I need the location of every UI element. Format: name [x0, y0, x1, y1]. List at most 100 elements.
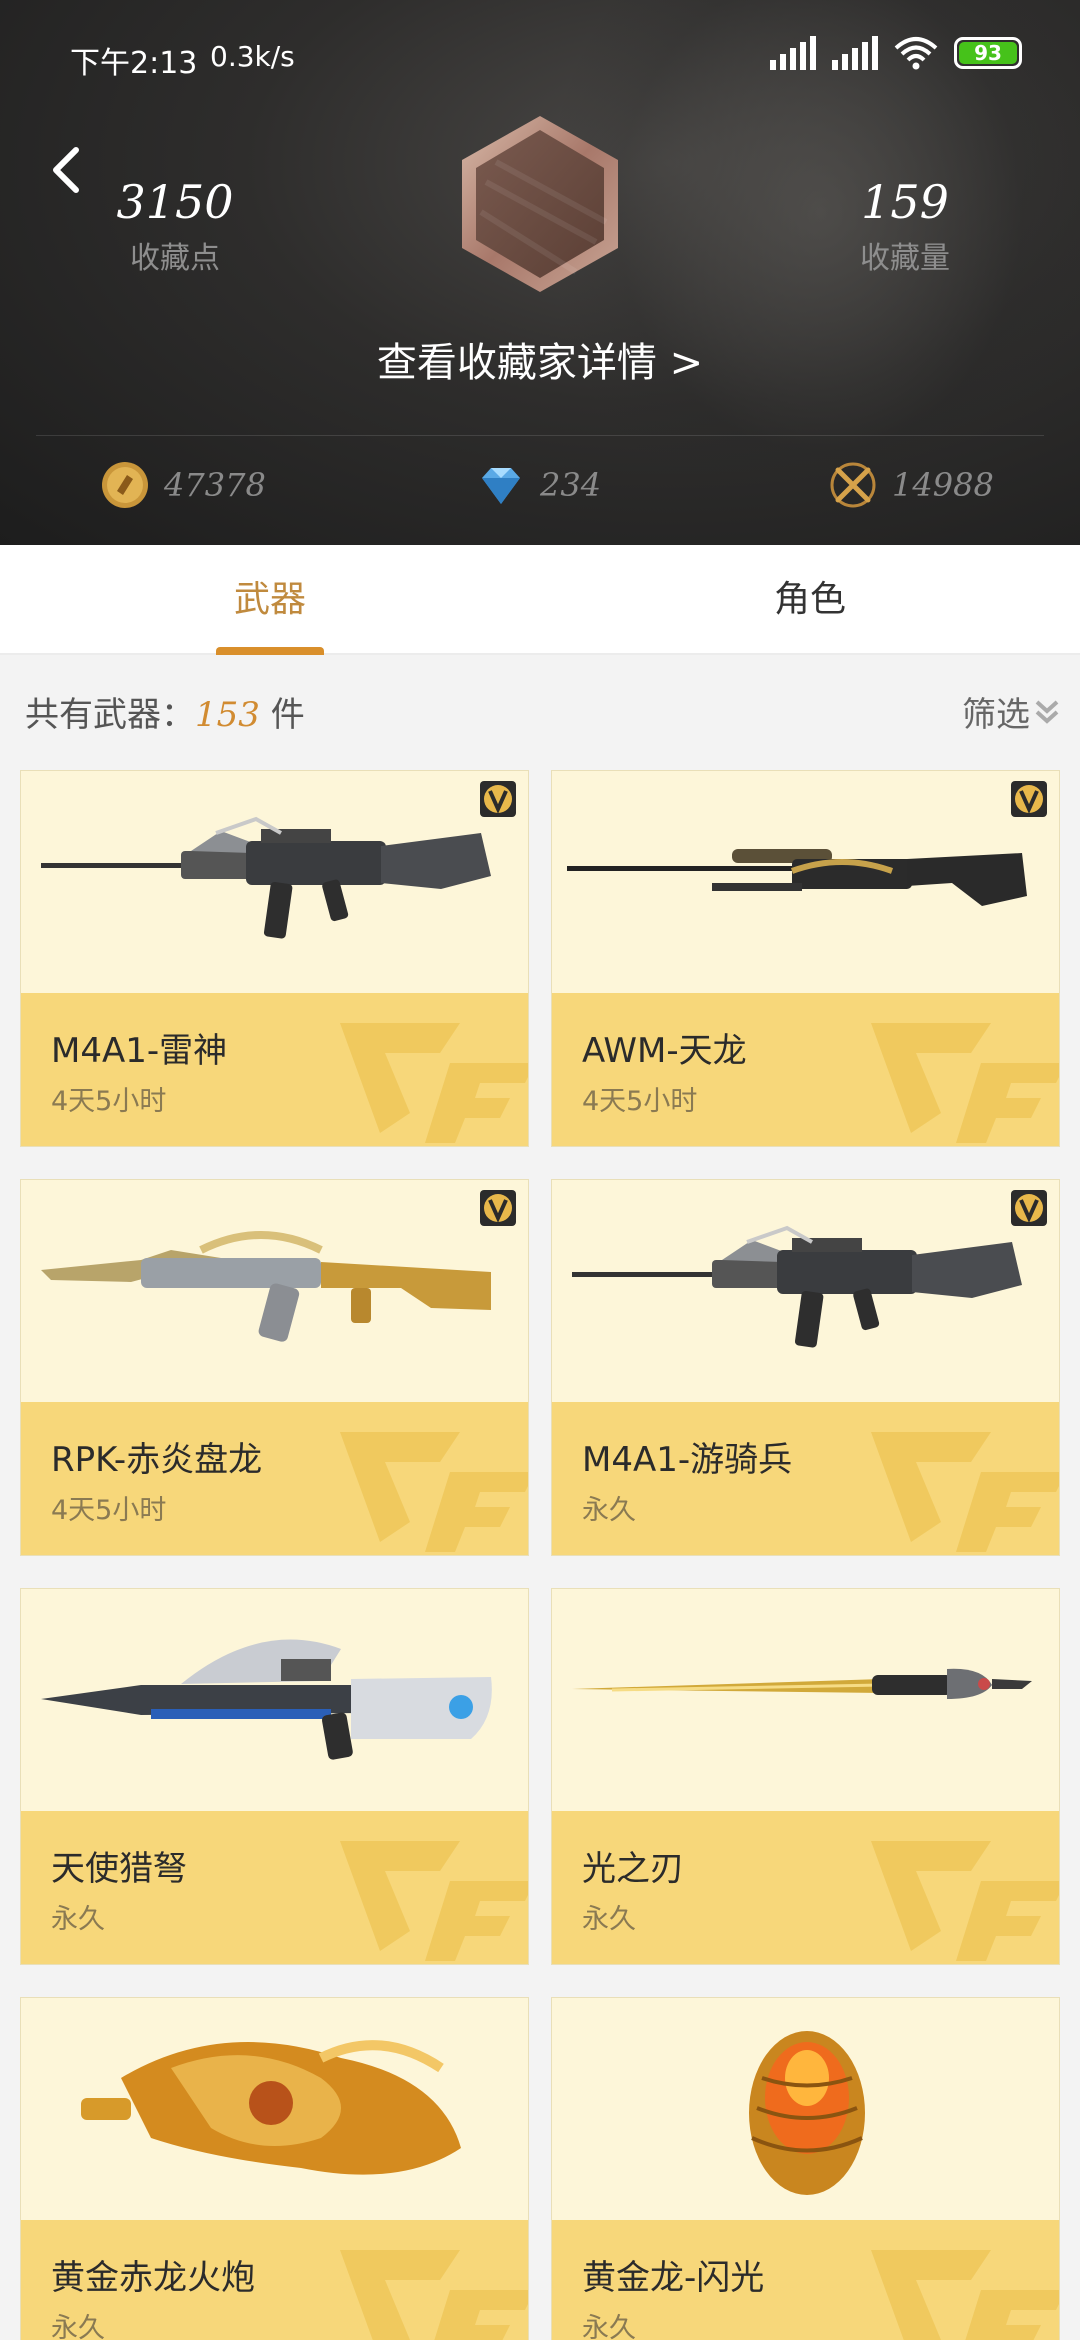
- weapon-cannon-image: [81, 2040, 461, 2175]
- cf-watermark-icon: [871, 1023, 1059, 1143]
- weapon-name: AWM-天龙: [582, 1031, 747, 1071]
- weapon-image: [21, 1589, 528, 1811]
- chevron-down-double-icon: [1035, 700, 1059, 724]
- weapon-info: AWM-天龙 4天5小时: [552, 993, 1059, 1146]
- vip-badge-icon: [1011, 781, 1047, 817]
- weapon-info: 黄金赤龙火炮 永久: [21, 2220, 528, 2340]
- weapon-image: [552, 1180, 1059, 1402]
- weapon-name: RPK-赤炎盘龙: [51, 1440, 263, 1480]
- gold-currency: 47378: [100, 460, 266, 510]
- gold-currency-value: 47378: [164, 466, 266, 504]
- weapon-duration: 4天5小时: [582, 1086, 698, 1117]
- honor-currency-value: 14988: [892, 466, 994, 504]
- weapon-card[interactable]: M4A1-游骑兵永久: [551, 1179, 1060, 1556]
- collection-points-value: 3150: [116, 175, 234, 229]
- weapon-blade-image: [572, 1668, 1032, 1699]
- weapon-duration: 4天5小时: [51, 1086, 167, 1117]
- network-speed: 0.3k/s: [210, 40, 295, 73]
- cf-watermark-icon: [340, 1432, 528, 1552]
- weapon-summary-row: 共有武器：153 件 筛选: [0, 657, 1080, 767]
- weapon-info: RPK-赤炎盘龙 4天5小时: [21, 1402, 528, 1555]
- weapon-duration: 永久: [51, 2313, 105, 2340]
- weapon-name: 天使猎弩: [51, 1849, 187, 1889]
- weapon-count-suffix: 件: [259, 695, 305, 735]
- weapon-duration: 永久: [582, 2313, 636, 2340]
- gold-coin-icon: [102, 462, 148, 508]
- weapon-sniper-image: [567, 849, 1027, 906]
- diamond-currency: 234: [476, 460, 601, 510]
- weapon-duration: 永久: [582, 1904, 636, 1935]
- weapon-card[interactable]: AWM-天龙 4天5小时: [551, 770, 1060, 1147]
- weapon-count-prefix: 共有武器：: [25, 695, 195, 735]
- cf-watermark-icon: [871, 1432, 1059, 1552]
- filter-button[interactable]: 筛选: [962, 687, 1060, 736]
- header-divider: [36, 435, 1044, 436]
- hd-signal-icon: [832, 36, 878, 70]
- weapon-name: 黄金赤龙火炮: [51, 2258, 255, 2298]
- weapon-card[interactable]: 黄金龙-闪光永久: [551, 1997, 1060, 2340]
- weapon-count-text: 共有武器：153 件: [25, 687, 305, 736]
- status-icons: 93: [770, 36, 1022, 70]
- honor-currency: 14988: [828, 460, 994, 510]
- weapon-lmg-image: [41, 1231, 491, 1342]
- signal-icon: [770, 36, 816, 70]
- crossed-swords-icon: [830, 462, 876, 508]
- vip-badge-icon: [1011, 1190, 1047, 1226]
- cf-watermark-icon: [871, 2250, 1059, 2340]
- cf-watermark-icon: [871, 1841, 1059, 1961]
- status-bar: 下午2:13 0.3k/s 93: [0, 0, 1080, 110]
- weapon-image: [21, 1998, 528, 2220]
- weapon-card[interactable]: 黄金赤龙火炮 永久: [20, 1997, 529, 2340]
- collection-count-value: 159: [861, 175, 949, 229]
- vip-badge-icon: [480, 1190, 516, 1226]
- weapon-info: M4A1-雷神 4天5小时: [21, 993, 528, 1146]
- active-tab-indicator: [216, 647, 324, 655]
- weapon-duration: 永久: [51, 1904, 105, 1935]
- diamond-icon: [482, 468, 520, 504]
- weapon-name: 光之刃: [582, 1849, 684, 1889]
- collection-header: 下午2:13 0.3k/s 93 3150 收藏点 159 收藏量 查看收藏家详…: [0, 0, 1080, 545]
- diamond-currency-value: 234: [540, 466, 602, 504]
- collector-rank-badge[interactable]: [456, 112, 624, 296]
- weapon-image: [552, 1998, 1059, 2220]
- cf-watermark-icon: [340, 1023, 528, 1143]
- weapon-egg-image: [749, 2031, 865, 2195]
- weapon-rifle-image: [41, 816, 491, 939]
- weapon-card[interactable]: 光之刃 永久: [551, 1588, 1060, 1965]
- weapon-name: M4A1-雷神: [51, 1031, 228, 1071]
- cf-watermark-icon: [340, 1841, 528, 1961]
- weapon-card[interactable]: M4A1-雷神 4天5小时: [20, 770, 529, 1147]
- weapon-image: [552, 771, 1059, 993]
- weapon-name: M4A1-游骑兵: [582, 1440, 793, 1480]
- tab-weapons[interactable]: 武器: [0, 545, 540, 655]
- weapon-rifle-image: [572, 1225, 1022, 1348]
- weapon-image: [21, 1180, 528, 1402]
- weapon-info: 黄金龙-闪光永久: [552, 2220, 1059, 2340]
- weapon-count-value: 153: [195, 695, 260, 735]
- category-tabs: 武器 角色: [0, 545, 1080, 655]
- battery-level: 93: [959, 42, 1017, 64]
- weapon-duration: 4天5小时: [51, 1495, 167, 1526]
- collection-points-label: 收藏点: [130, 241, 220, 276]
- vip-badge-icon: [480, 781, 516, 817]
- weapon-image: [552, 1589, 1059, 1811]
- weapon-crossbow-image: [41, 1639, 492, 1760]
- collection-points: 3150 收藏点: [65, 175, 285, 277]
- wifi-icon: [894, 37, 938, 70]
- weapon-image: [21, 771, 528, 993]
- weapon-info: 天使猎弩 永久: [21, 1811, 528, 1964]
- cf-watermark-icon: [340, 2250, 528, 2340]
- tab-roles[interactable]: 角色: [540, 545, 1080, 655]
- weapon-info: M4A1-游骑兵永久: [552, 1402, 1059, 1555]
- collection-count-label: 收藏量: [860, 241, 950, 276]
- weapon-name: 黄金龙-闪光: [582, 2258, 765, 2298]
- weapon-duration: 永久: [582, 1495, 636, 1526]
- collection-count: 159 收藏量: [795, 175, 1015, 277]
- view-collector-details-link[interactable]: 查看收藏家详情 >: [0, 330, 1080, 388]
- filter-label: 筛选: [962, 695, 1030, 735]
- status-time: 下午2:13: [70, 46, 198, 81]
- weapon-card[interactable]: 天使猎弩 永久: [20, 1588, 529, 1965]
- weapon-card[interactable]: RPK-赤炎盘龙 4天5小时: [20, 1179, 529, 1556]
- battery-icon: 93: [954, 37, 1022, 69]
- weapon-info: 光之刃 永久: [552, 1811, 1059, 1964]
